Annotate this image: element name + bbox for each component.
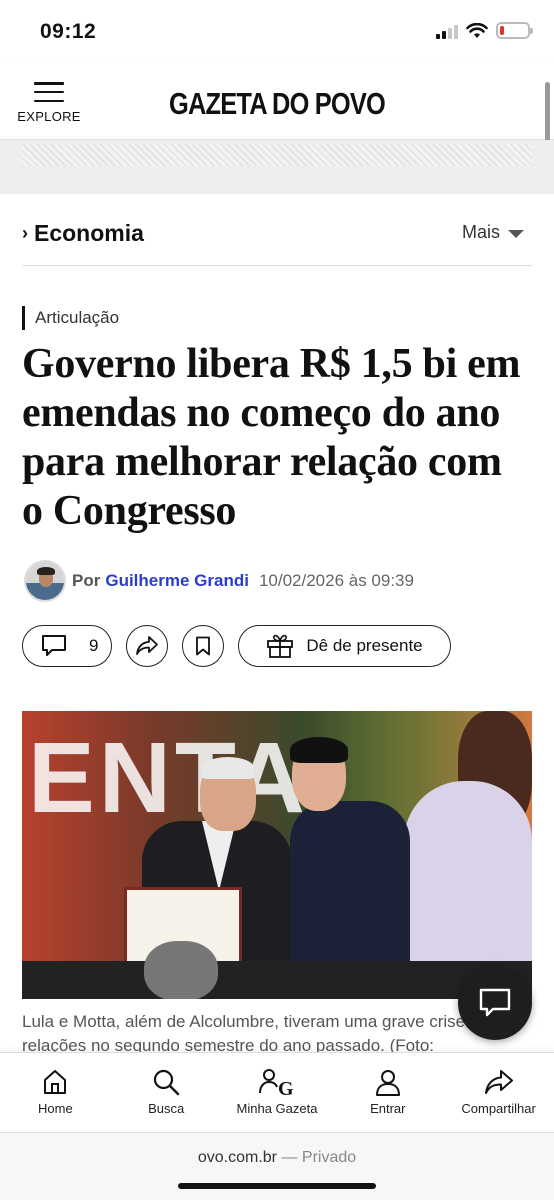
article-photo[interactable]: ENTA [22, 711, 532, 999]
section-name: Economia [34, 220, 144, 246]
nav-item-compartilhar[interactable]: Compartilhar [443, 1053, 554, 1132]
article-headline: Governo libera R$ 1,5 bi em emendas no c… [22, 341, 521, 534]
publish-date: 10/02/2026 às 09:39 [258, 571, 414, 590]
author-link[interactable]: Guilherme Grandi [105, 571, 249, 591]
site-header: EXPLORE GAZETA DO POVO [0, 64, 554, 140]
bottom-navigation: Home Busca G Minha Gazeta Entrar Compart… [0, 1052, 554, 1132]
minha-gazeta-icon: G [258, 1067, 295, 1097]
battery-level [500, 26, 504, 35]
gift-icon [267, 634, 294, 658]
status-icons [436, 22, 533, 39]
chat-button[interactable] [458, 966, 532, 1040]
svg-text:G: G [278, 1078, 294, 1097]
battery-icon [496, 22, 533, 39]
caret-down-icon [508, 229, 524, 238]
article-kicker[interactable]: Articulação [22, 306, 119, 330]
byline: Por Guilherme Grandi 10/02/2026 às 09:39 [24, 560, 414, 602]
photo-backdrop-text: ENTA [28, 722, 309, 834]
comment-count: 9 [89, 636, 99, 655]
url-text: ovo.com.br [197, 1149, 277, 1166]
share-arrow-icon [136, 636, 158, 655]
url-display[interactable]: ovo.com.br — Privado [0, 1149, 554, 1167]
comments-button[interactable]: 9 [22, 625, 112, 667]
status-time: 09:12 [40, 20, 97, 43]
section-link[interactable]: › Economia [22, 220, 144, 247]
bookmark-button[interactable] [182, 625, 224, 667]
share-button[interactable] [126, 625, 168, 667]
nav-item-busca[interactable]: Busca [111, 1053, 222, 1132]
more-dropdown[interactable]: Mais [462, 222, 524, 243]
comment-icon [42, 635, 66, 656]
share-icon [484, 1067, 514, 1097]
nav-item-minha-gazeta[interactable]: G Minha Gazeta [222, 1053, 333, 1132]
signal-icon [436, 23, 458, 39]
nav-item-entrar[interactable]: Entrar [332, 1053, 443, 1132]
nav-item-home[interactable]: Home [0, 1053, 111, 1132]
url-separator: — [281, 1149, 298, 1166]
search-icon [152, 1067, 180, 1097]
bookmark-icon [196, 636, 210, 656]
more-label: Mais [461, 222, 500, 242]
status-bar: 09:12 [0, 0, 554, 64]
nav-label-compartilhar: Compartilhar [461, 1101, 536, 1116]
photo-caption: Lula e Motta, além de Alcolumbre, tivera… [22, 1012, 498, 1055]
byline-prefix: Por [72, 571, 101, 590]
home-icon [41, 1067, 69, 1097]
private-mode-label: Privado [301, 1149, 357, 1166]
wifi-icon [466, 22, 488, 38]
site-logo[interactable]: GAZETA DO POVO [50, 86, 504, 122]
nav-label-minha-gazeta: Minha Gazeta [236, 1101, 318, 1116]
section-bar: › Economia Mais [22, 210, 532, 266]
nav-label-busca: Busca [148, 1101, 185, 1116]
chat-icon [479, 988, 511, 1017]
chevron-right-icon: › [22, 223, 28, 243]
home-indicator[interactable] [178, 1183, 376, 1189]
ad-placeholder [0, 140, 554, 194]
ad-stripe [22, 144, 532, 166]
browser-address-bar[interactable]: ovo.com.br — Privado [0, 1132, 554, 1200]
nav-label-home: Home [38, 1101, 73, 1116]
nav-label-entrar: Entrar [370, 1101, 406, 1116]
gift-article-button[interactable]: Dê de presente [238, 625, 451, 667]
author-avatar[interactable] [24, 560, 66, 602]
gift-label: Dê de presente [306, 636, 423, 655]
user-icon [374, 1067, 402, 1097]
